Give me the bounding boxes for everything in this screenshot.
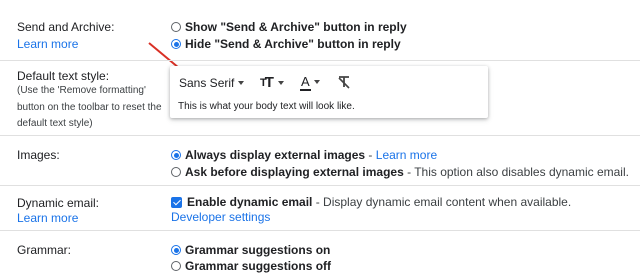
radio-button-selected[interactable] xyxy=(171,245,181,255)
divider xyxy=(0,185,640,186)
default-text-style-label: Default text style: xyxy=(17,69,110,83)
hide-send-archive-label: Hide "Send & Archive" button in reply xyxy=(185,37,401,51)
help-line: (Use the 'Remove formatting' xyxy=(17,85,146,96)
text-color-underline xyxy=(300,89,311,91)
always-display-images-option[interactable]: Always display external images - Learn m… xyxy=(171,148,437,162)
font-size-icon-large: T xyxy=(264,74,274,91)
images-learn-more-link[interactable]: Learn more xyxy=(376,148,437,162)
chevron-down-icon xyxy=(277,80,284,85)
images-label: Images: xyxy=(17,148,60,162)
text-color-dropdown[interactable]: A xyxy=(300,74,320,91)
help-line: default text style) xyxy=(17,118,93,129)
default-text-style-help: (Use the 'Remove formatting' button on t… xyxy=(17,83,162,133)
send-archive-learn-more-link[interactable]: Learn more xyxy=(17,37,78,51)
checkbox-checked-icon[interactable] xyxy=(171,196,182,208)
remove-formatting-icon[interactable] xyxy=(337,75,351,89)
text-style-preview: This is what your body text will look li… xyxy=(178,101,355,112)
text-color-icon: A xyxy=(300,74,311,91)
radio-button-selected[interactable] xyxy=(171,150,181,160)
divider xyxy=(0,230,640,231)
divider xyxy=(0,60,640,61)
divider xyxy=(0,135,640,136)
font-size-dropdown[interactable]: T T xyxy=(260,74,284,91)
show-send-archive-label: Show "Send & Archive" button in reply xyxy=(185,20,407,34)
font-family-dropdown[interactable]: Sans Serif xyxy=(179,76,245,90)
always-display-images-label: Always display external images xyxy=(185,148,366,162)
radio-button[interactable] xyxy=(171,261,181,271)
option-separator: - xyxy=(365,148,376,162)
send-archive-label: Send and Archive: xyxy=(17,20,115,34)
radio-button[interactable] xyxy=(171,167,181,177)
show-send-archive-option[interactable]: Show "Send & Archive" button in reply xyxy=(171,20,407,34)
font-family-value: Sans Serif xyxy=(179,76,235,90)
grammar-off-label: Grammar suggestions off xyxy=(185,259,332,273)
grammar-off-option[interactable]: Grammar suggestions off xyxy=(171,259,331,273)
radio-button[interactable] xyxy=(171,22,181,32)
dynamic-email-label: Dynamic email: xyxy=(17,196,100,210)
dynamic-email-learn-more-link[interactable]: Learn more xyxy=(17,211,78,225)
ask-before-images-option[interactable]: Ask before displaying external images - … xyxy=(171,165,629,179)
ask-before-images-desc: - This option also disables dynamic emai… xyxy=(403,165,629,179)
hide-send-archive-option[interactable]: Hide "Send & Archive" button in reply xyxy=(171,37,401,51)
enable-dynamic-email-option[interactable]: Enable dynamic email - Display dynamic e… xyxy=(171,195,571,209)
chevron-down-icon xyxy=(238,81,245,85)
default-text-style-editor: Sans Serif T T A This is what your body … xyxy=(170,66,488,118)
enable-dynamic-email-desc: - Display dynamic email content when ava… xyxy=(312,195,572,209)
grammar-label: Grammar: xyxy=(17,243,71,257)
grammar-on-label: Grammar suggestions on xyxy=(185,243,331,257)
enable-dynamic-email-label: Enable dynamic email xyxy=(187,195,313,209)
ask-before-images-label: Ask before displaying external images xyxy=(185,165,404,179)
help-line: button on the toolbar to reset the xyxy=(17,101,162,113)
text-color-glyph: A xyxy=(301,74,310,89)
grammar-on-option[interactable]: Grammar suggestions on xyxy=(171,243,330,257)
developer-settings-link[interactable]: Developer settings xyxy=(171,210,270,224)
chevron-down-icon xyxy=(313,79,320,84)
